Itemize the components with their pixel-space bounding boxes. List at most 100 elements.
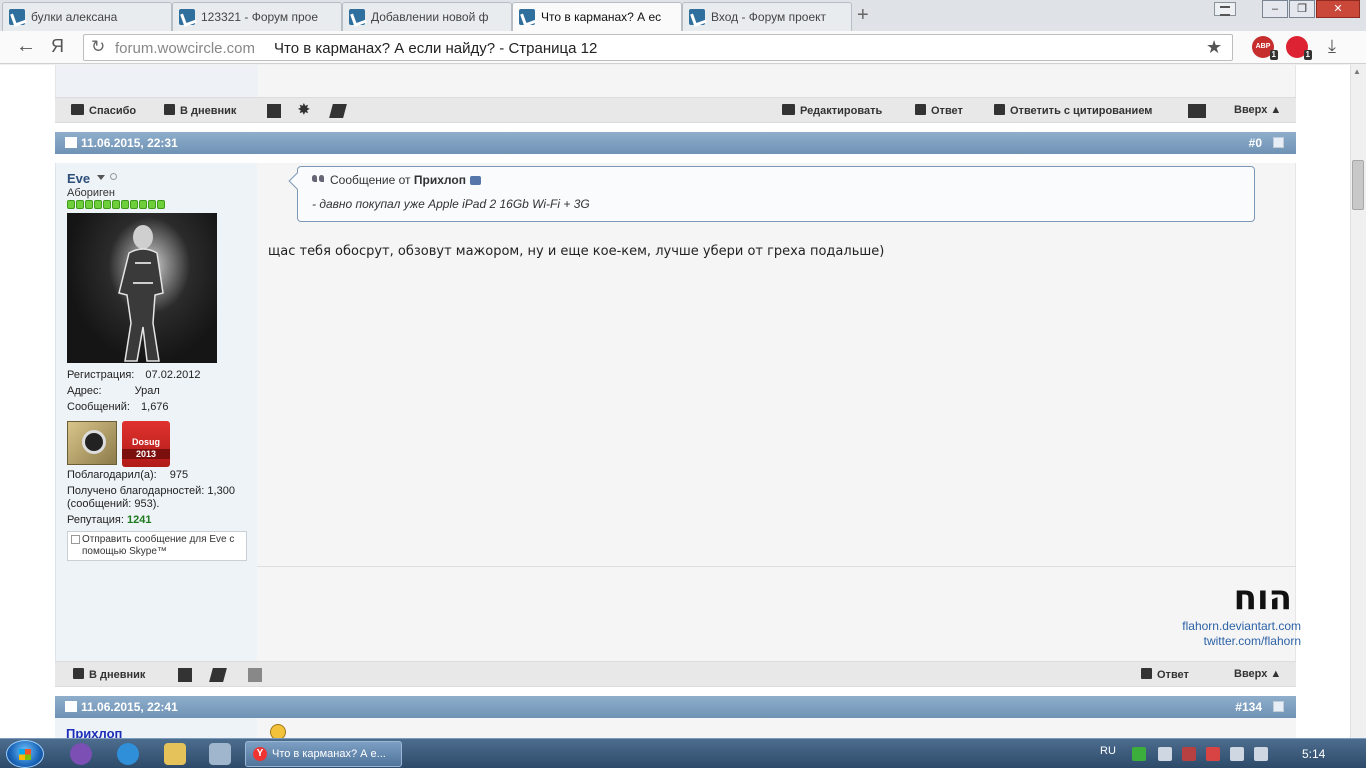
scrollbar-thumb[interactable] — [1352, 160, 1364, 210]
address-bar[interactable]: ↻ forum.wowcircle.com Что в карманах? А … — [83, 34, 1233, 61]
maximize-button[interactable]: ❐ — [1289, 0, 1315, 18]
tray-network-icon[interactable] — [1182, 747, 1196, 761]
offline-status-icon — [110, 173, 117, 180]
quote-text: - давно покупал уже Apple iPad 2 16Gb Wi… — [312, 197, 590, 211]
registration-value: 07.02.2012 — [145, 369, 201, 381]
signature-logo: הוח — [1233, 578, 1292, 618]
quote-reply-label: Ответить с цитированием — [1010, 105, 1153, 117]
close-window-button[interactable]: ✕ — [1316, 0, 1360, 18]
tray-signal-icon[interactable] — [1158, 747, 1172, 761]
start-button[interactable] — [6, 740, 44, 768]
new-tab-button[interactable]: + — [857, 4, 869, 26]
edit-label: Редактировать — [800, 105, 883, 117]
minimize-button[interactable]: – — [1262, 0, 1288, 18]
post-select-checkbox[interactable] — [1273, 137, 1284, 148]
next-post-header: 11.06.2015, 22:41 #134 — [55, 696, 1296, 718]
download-icon[interactable]: ⤓ — [1328, 36, 1336, 57]
tray-alert-icon[interactable] — [1206, 747, 1220, 761]
edit-button[interactable]: Редактировать — [782, 104, 882, 117]
address-field: Адрес: Урал — [67, 385, 160, 397]
address-label: Адрес: — [67, 385, 102, 397]
quote-header: Сообщение от Прихлоп — [312, 173, 481, 187]
browser-tab-1[interactable]: булки алексана — [2, 2, 172, 31]
browser-tab-3[interactable]: Добавлении новой ф — [342, 2, 512, 31]
browser-tab-5[interactable]: Вход - Форум проект — [682, 2, 852, 31]
signature-link-deviantart[interactable]: flahorn.deviantart.com — [1182, 619, 1301, 633]
browser-tab-2[interactable]: 123321 - Форум прое — [172, 2, 342, 31]
next-post-number-link[interactable]: #134 — [1235, 700, 1262, 714]
adblock-badge: 1 — [1269, 50, 1278, 60]
forum-favicon-icon — [349, 9, 365, 25]
username-link[interactable]: Eve — [67, 171, 90, 186]
forum-favicon-icon — [519, 9, 535, 25]
diary-label: В дневник — [89, 669, 146, 681]
user-menu-chevron-icon[interactable] — [97, 175, 105, 180]
quote-reply-button[interactable]: Ответить с цитированием — [994, 104, 1152, 117]
forum-favicon-icon — [9, 9, 25, 25]
dosug-award-icon[interactable]: Dosug 2013 — [122, 421, 170, 467]
report-star-icon[interactable]: ✸ — [298, 101, 312, 117]
adblock-extension-icon[interactable]: ABP 1 — [1252, 36, 1278, 60]
skype-message-link[interactable]: Отправить сообщение для Eve с помощью Sk… — [67, 531, 247, 561]
internet-explorer-icon[interactable] — [117, 743, 139, 765]
ip-icon[interactable] — [267, 104, 281, 118]
tray-battery-icon[interactable] — [1230, 747, 1244, 761]
file-explorer-icon[interactable] — [164, 743, 186, 765]
thanked-label: Поблагодарил(а): — [67, 469, 157, 481]
post-message: щас тебя обосрут, обзовут мажором, ну и … — [268, 244, 885, 259]
thanks-button[interactable]: Спасибо — [71, 104, 136, 117]
browser-menu-icon[interactable] — [1214, 2, 1236, 16]
post-number-link[interactable]: #0 — [1249, 136, 1262, 150]
reply-button[interactable]: Ответ — [1141, 668, 1189, 681]
user-avatar[interactable] — [67, 213, 217, 363]
diary-button[interactable]: В дневник — [73, 668, 145, 681]
taskbar-clock[interactable]: 5:14 — [1302, 747, 1325, 761]
trash-icon[interactable] — [248, 668, 262, 682]
tab-label: Что в карманах? А ес — [541, 10, 662, 24]
reply-button[interactable]: Ответ — [915, 104, 963, 117]
signature-link-twitter[interactable]: twitter.com/flahorn — [1204, 634, 1301, 648]
adblock-label: ABP — [1255, 43, 1271, 50]
thanks-icon — [71, 104, 84, 115]
taskbar-browser-task[interactable]: Y Что в карманах? А е... — [245, 741, 402, 767]
language-indicator[interactable]: RU — [1100, 745, 1116, 757]
next-post-date: 11.06.2015, 22:41 — [81, 700, 178, 714]
previous-post-action-bar: Спасибо В дневник ✸ Редактировать Ответ … — [55, 97, 1296, 123]
tray-volume-icon[interactable] — [1254, 747, 1268, 761]
registration-label: Регистрация: — [67, 369, 135, 381]
view-post-icon[interactable] — [469, 176, 481, 185]
yandex-home-button[interactable]: Я — [51, 36, 64, 57]
browser-tab-4-active[interactable]: Что в карманах? А ес — [512, 2, 682, 32]
keyboard-icon[interactable] — [209, 743, 231, 765]
previous-post-userinfo — [56, 65, 258, 97]
to-top-button[interactable]: Вверх ▲ — [1234, 668, 1281, 680]
diary-button[interactable]: В дневник — [164, 104, 236, 117]
messages-value: 1,676 — [141, 401, 169, 413]
bookmark-star-icon[interactable]: ★ — [1206, 37, 1222, 58]
to-top-button[interactable]: Вверх ▲ — [1234, 104, 1281, 116]
award-label-line1: Dosug — [132, 437, 160, 447]
quote-prefix: Сообщение от — [330, 173, 411, 187]
scroll-up-arrow-icon[interactable]: ▲ — [1353, 67, 1361, 76]
reload-icon[interactable]: ↻ — [91, 37, 105, 57]
pencil-icon — [782, 104, 795, 115]
post-userinfo: Eve Абориген Регистрация: 07.02.2012 Адр… — [55, 163, 257, 661]
reputation-icon[interactable] — [209, 668, 227, 682]
tray-update-icon[interactable] — [1132, 747, 1146, 761]
url-page-title: Что в карманах? А если найду? - Страница… — [274, 40, 598, 57]
extension-icon[interactable]: 1 — [1286, 36, 1312, 60]
diary-label: В дневник — [180, 105, 237, 117]
tab-label: Вход - Форум проект — [711, 10, 826, 24]
reputation-label: Репутация: — [67, 514, 124, 526]
yandex-browser-icon: Y — [253, 747, 267, 761]
reputation-value: 1241 — [126, 514, 152, 526]
post-select-checkbox[interactable] — [1273, 701, 1284, 712]
quote-tail — [288, 172, 306, 190]
reputation-icon[interactable] — [329, 104, 347, 118]
film-award-icon[interactable] — [67, 421, 117, 465]
ip-icon[interactable] — [178, 668, 192, 682]
multi-quote-icon[interactable] — [1188, 104, 1206, 118]
post-body: Сообщение от Прихлоп - давно покупал уже… — [257, 163, 1296, 661]
viber-icon[interactable] — [70, 743, 92, 765]
back-arrow-icon[interactable]: ← — [16, 35, 36, 58]
